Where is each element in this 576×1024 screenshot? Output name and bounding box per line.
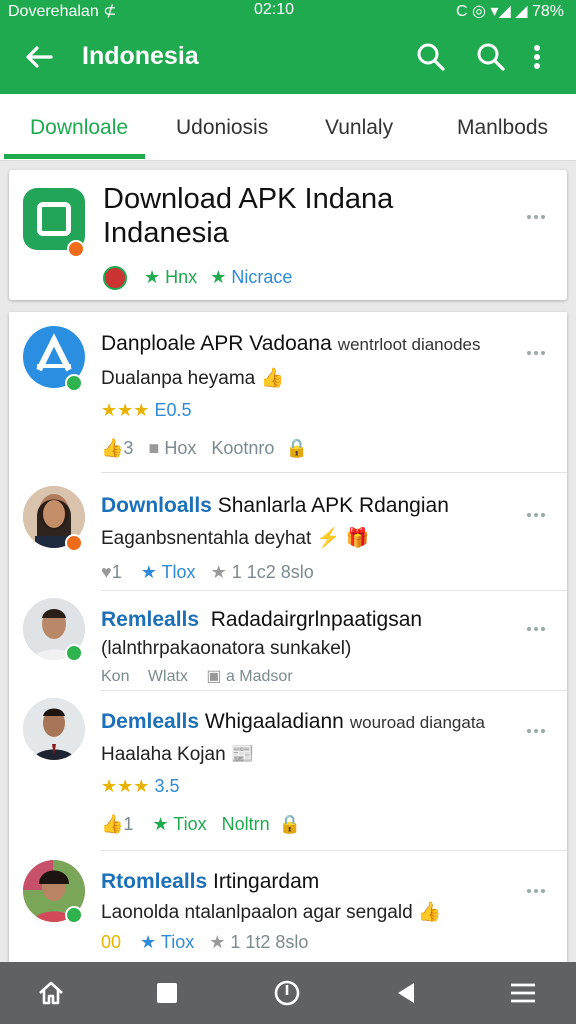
navigation-bar <box>0 962 576 1024</box>
lock-icon: 🔒 <box>285 438 308 458</box>
avatar <box>23 698 85 760</box>
item-title: Rtomlealls Irtingardam <box>101 870 320 893</box>
like-icon: 👍 <box>101 814 124 834</box>
featured-meta: ★ Hnx ★ Nicrace <box>103 266 292 290</box>
item-rating: ★★★ 3.5 <box>101 776 180 796</box>
more-icon[interactable] <box>527 206 549 219</box>
doc-icon: ▣ <box>206 668 222 685</box>
status-left-text: Doverehalan ⊄ <box>8 3 117 20</box>
list-item[interactable]: Remlealls Radadairgrlnpaatigsan (lalnthr… <box>9 592 567 692</box>
tag-icon: ■ <box>148 438 160 458</box>
status-bar: Doverehalan ⊄ 02:10 C ◎ ▾◢ ◢ 78% <box>0 0 576 22</box>
badge-icon <box>65 906 83 924</box>
like-icon: 👍 <box>101 438 124 458</box>
badge-icon <box>67 240 85 258</box>
badge-icon <box>65 644 83 662</box>
tab-indicator <box>4 154 145 159</box>
lock-icon: 🔒 <box>278 814 302 834</box>
star-icon: ★ <box>140 932 157 952</box>
item-meta: 👍3 ■ Hox Kootnro 🔒 <box>101 438 308 458</box>
app-list: Danploale APR Vadoana wentrloot dianodes … <box>9 312 567 962</box>
item-title: Remlealls Radadairgrlnpaatigsan <box>101 608 423 631</box>
more-icon[interactable] <box>527 880 549 893</box>
back-arrow-icon[interactable] <box>24 42 54 72</box>
tab-downloads[interactable]: Downloale <box>30 116 128 140</box>
status-right-icons: C ◎ ▾◢ ◢ 78% <box>456 3 564 20</box>
item-rating: ★★★ E0.5 <box>101 400 192 420</box>
item-subtitle: Dualanpa heyama 👍 <box>101 368 285 389</box>
item-subtitle: Laonolda ntalanlpaalon agar sengald 👍 <box>101 902 442 923</box>
item-title: Demlealls Whigaaladiann wouroad diangata <box>101 710 486 733</box>
tab-4[interactable]: Manlbods <box>457 116 548 140</box>
divider <box>101 472 567 473</box>
featured-card[interactable]: Download APK Indana Indanesia ★ Hnx ★ Ni… <box>9 170 567 300</box>
status-time: 02:10 <box>254 1 295 18</box>
more-icon[interactable] <box>527 720 549 733</box>
list-item[interactable]: Demlealls Whigaaladiann wouroad diangata … <box>9 692 567 852</box>
divider <box>101 690 567 691</box>
tab-3[interactable]: Vunlaly <box>325 116 393 140</box>
list-item[interactable]: Danploale APR Vadoana wentrloot dianodes … <box>9 312 567 474</box>
star-icon: ★ <box>144 266 161 287</box>
divider <box>101 850 567 851</box>
more-icon[interactable] <box>527 342 549 355</box>
heart-icon: ♥ <box>101 562 112 582</box>
list-item[interactable]: Rtomlealls Irtingardam Laonolda ntalanlp… <box>9 852 567 962</box>
star-icon: ★ <box>209 932 226 952</box>
featured-meta-a: Hnx <box>165 266 198 287</box>
divider <box>101 590 567 591</box>
more-icon[interactable] <box>527 618 549 631</box>
star-icon: ★ <box>210 562 227 582</box>
badge-icon <box>65 534 83 552</box>
item-meta: 00 ★ Tiox ★ 1 1t2 8slo <box>101 932 309 952</box>
app-icon <box>23 188 85 258</box>
tab-2[interactable]: Udoniosis <box>176 116 268 140</box>
page-title: Indonesia <box>82 42 199 70</box>
more-vert-icon[interactable] <box>531 42 543 72</box>
power-icon[interactable] <box>272 978 302 1008</box>
recents-icon[interactable] <box>152 978 182 1008</box>
star-icon: ★ <box>140 562 157 582</box>
search-icon[interactable] <box>416 42 446 72</box>
star-icon: ★ <box>152 814 169 834</box>
item-subtitle: Eaganbsnentahla deyhat ⚡ 🎁 <box>101 528 370 549</box>
item-meta: ♥1 ★ Tlox ★ 1 1c2 8slo <box>101 562 314 582</box>
item-title: Downloalls Shanlarla APK Rdangian <box>101 494 449 517</box>
more-icon[interactable] <box>527 504 549 517</box>
menu-icon[interactable] <box>508 978 538 1008</box>
item-meta: Kon Wlatx ▣ a Madsor <box>101 668 293 685</box>
item-title: Danploale APR Vadoana wentrloot dianodes <box>101 332 481 355</box>
app-mini-icon <box>103 266 127 290</box>
home-icon[interactable] <box>36 978 66 1008</box>
star-icon: ★ <box>210 266 227 287</box>
back-triangle-icon[interactable] <box>392 978 422 1008</box>
tab-bar: Downloale Udoniosis Vunlaly Manlbods <box>0 94 576 161</box>
featured-meta-b: Nicrace <box>231 266 293 287</box>
search-icon[interactable] <box>476 42 506 72</box>
list-item[interactable]: Downloalls Shanlarla APK Rdangian Eaganb… <box>9 474 567 592</box>
featured-title: Download APK Indana Indanesia <box>103 183 394 249</box>
item-meta: 👍1 ★ Tiox Noltrn 🔒 <box>101 814 302 834</box>
item-subtitle: (lalnthrpakaonatora sunkakel) <box>101 638 352 659</box>
app-bar: Indonesia <box>0 22 576 94</box>
badge-icon <box>65 374 83 392</box>
item-subtitle: Haalaha Kojan 📰 <box>101 744 255 765</box>
